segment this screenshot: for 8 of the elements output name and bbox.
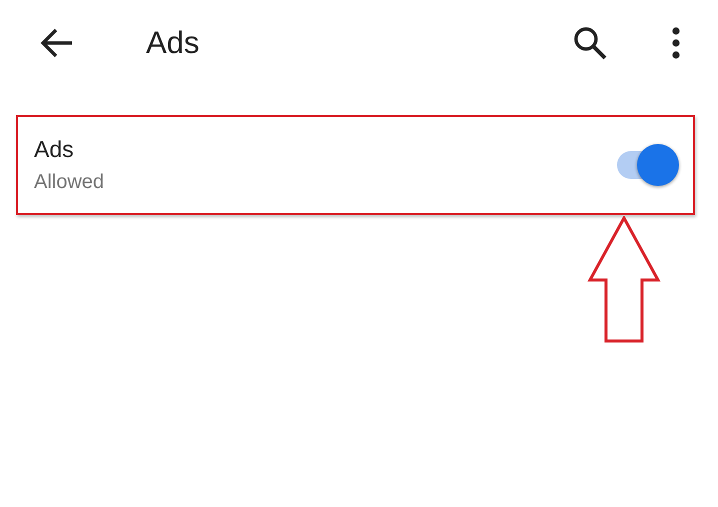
setting-title: Ads bbox=[34, 136, 75, 163]
toggle-switch[interactable] bbox=[615, 144, 679, 186]
search-icon[interactable] bbox=[572, 24, 608, 60]
screen-title: Ads bbox=[146, 24, 200, 60]
more-options-icon[interactable] bbox=[672, 26, 680, 58]
setting-summary: Allowed bbox=[34, 171, 106, 194]
ads-setting-row[interactable]: Ads Allowed bbox=[16, 115, 695, 215]
back-arrow-icon[interactable] bbox=[40, 28, 74, 58]
